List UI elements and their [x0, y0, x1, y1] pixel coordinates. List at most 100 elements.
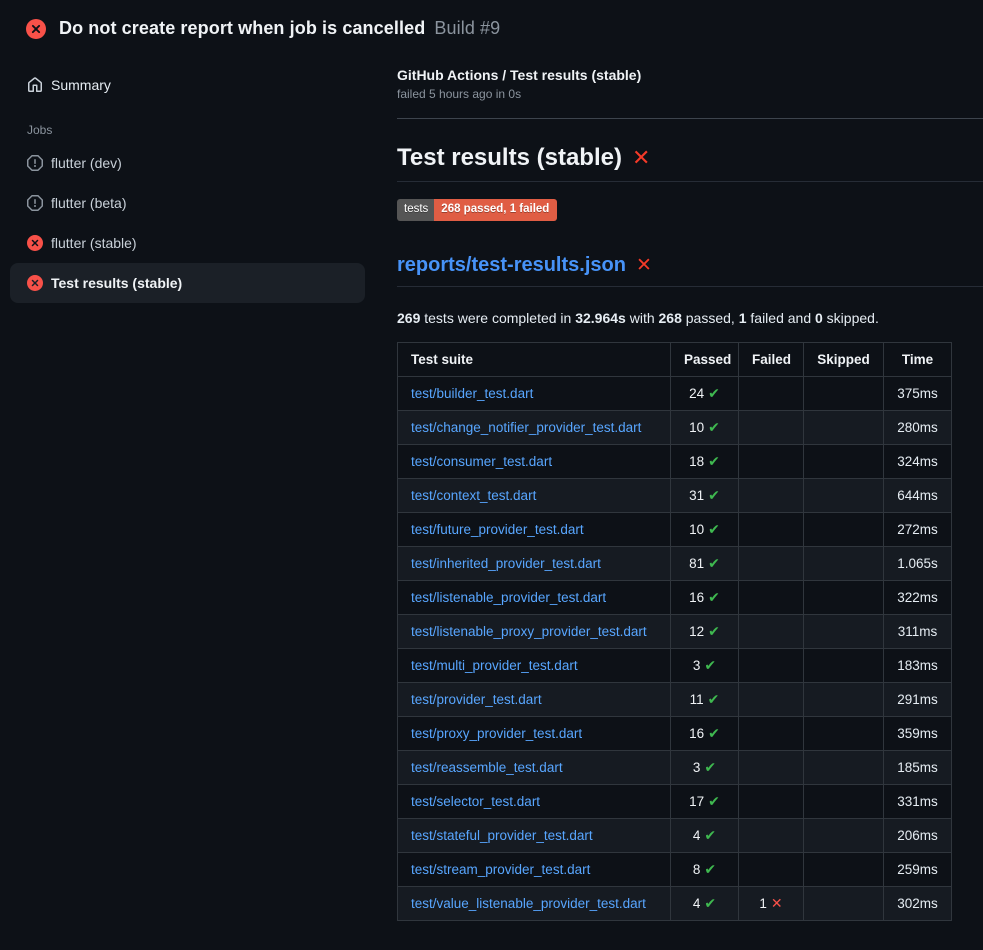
table-row: test/inherited_provider_test.dart 81✔ 1.… — [398, 546, 952, 580]
time-cell: 1.065s — [884, 546, 952, 580]
failed-cell — [739, 648, 804, 682]
badge-label: tests — [397, 199, 434, 221]
check-icon: ✔ — [708, 555, 720, 571]
passed-cell: 3✔ — [671, 648, 739, 682]
failed-cell — [739, 478, 804, 512]
failed-cell: 1✕ — [739, 886, 804, 920]
column-header-test-suite: Test suite — [398, 342, 671, 376]
test-suite-link[interactable]: test/builder_test.dart — [411, 386, 533, 401]
skipped-cell — [804, 376, 884, 410]
job-label: flutter (beta) — [51, 195, 126, 211]
time-cell: 259ms — [884, 852, 952, 886]
test-suite-link[interactable]: test/consumer_test.dart — [411, 454, 552, 469]
time-cell: 183ms — [884, 648, 952, 682]
test-suite-link[interactable]: test/future_provider_test.dart — [411, 522, 584, 537]
time-cell: 644ms — [884, 478, 952, 512]
table-row: test/proxy_provider_test.dart 16✔ 359ms — [398, 716, 952, 750]
passed-cell: 81✔ — [671, 546, 739, 580]
check-icon: ✔ — [708, 725, 720, 741]
failed-cell — [739, 580, 804, 614]
skipped-cell — [804, 852, 884, 886]
passed-cell: 4✔ — [671, 886, 739, 920]
test-suite-link[interactable]: test/stream_provider_test.dart — [411, 862, 590, 877]
test-summary-line: 269 tests were completed in 32.964s with… — [397, 310, 983, 326]
failed-cell — [739, 682, 804, 716]
skipped-cell — [804, 478, 884, 512]
column-header-failed: Failed — [739, 342, 804, 376]
summary-time: 32.964s — [575, 310, 626, 326]
failed-cell — [739, 546, 804, 580]
test-suite-link[interactable]: test/listenable_provider_test.dart — [411, 590, 606, 605]
table-header-row: Test suite Passed Failed Skipped Time — [398, 342, 952, 376]
test-suite-link[interactable]: test/stateful_provider_test.dart — [411, 828, 593, 843]
skipped-cell — [804, 750, 884, 784]
passed-cell: 16✔ — [671, 716, 739, 750]
run-header: Do not create report when job is cancell… — [0, 0, 983, 39]
job-label: Test results (stable) — [51, 275, 182, 291]
skipped-cell — [804, 784, 884, 818]
test-results-table: Test suite Passed Failed Skipped Time te… — [397, 342, 952, 921]
results-table-body: test/builder_test.dart 24✔ 375ms test/ch… — [398, 376, 952, 920]
test-suite-link[interactable]: test/value_listenable_provider_test.dart — [411, 896, 646, 911]
skipped-cell — [804, 716, 884, 750]
x-circle-fill-icon — [27, 235, 43, 251]
test-suite-link[interactable]: test/selector_test.dart — [411, 794, 540, 809]
sidebar-item-flutter-dev[interactable]: flutter (dev) — [10, 143, 365, 183]
failed-cell — [739, 818, 804, 852]
time-cell: 302ms — [884, 886, 952, 920]
test-suite-link[interactable]: test/reassemble_test.dart — [411, 760, 563, 775]
column-header-skipped: Skipped — [804, 342, 884, 376]
check-icon: ✔ — [708, 521, 720, 537]
stop-icon — [27, 155, 43, 171]
red-x-icon: ✕ — [636, 256, 652, 275]
job-label: flutter (dev) — [51, 155, 122, 171]
time-cell: 206ms — [884, 818, 952, 852]
table-row: test/listenable_proxy_provider_test.dart… — [398, 614, 952, 648]
home-icon — [27, 77, 43, 93]
passed-cell: 31✔ — [671, 478, 739, 512]
build-number: Build #9 — [434, 18, 500, 38]
table-row: test/future_provider_test.dart 10✔ 272ms — [398, 512, 952, 546]
test-suite-link[interactable]: test/context_test.dart — [411, 488, 536, 503]
test-suite-link[interactable]: test/multi_provider_test.dart — [411, 658, 578, 673]
report-file-link[interactable]: reports/test-results.json — [397, 254, 626, 277]
sidebar-item-summary[interactable]: Summary — [10, 67, 365, 103]
section-title: Test results (stable) — [397, 144, 622, 172]
time-cell: 324ms — [884, 444, 952, 478]
test-suite-link[interactable]: test/listenable_proxy_provider_test.dart — [411, 624, 647, 639]
failed-cell — [739, 376, 804, 410]
passed-cell: 11✔ — [671, 682, 739, 716]
passed-cell: 18✔ — [671, 444, 739, 478]
passed-cell: 4✔ — [671, 818, 739, 852]
sidebar-item-flutter-stable[interactable]: flutter (stable) — [10, 223, 365, 263]
skipped-cell — [804, 886, 884, 920]
test-suite-link[interactable]: test/inherited_provider_test.dart — [411, 556, 601, 571]
failed-cell — [739, 614, 804, 648]
summary-total: 269 — [397, 310, 420, 326]
check-icon: ✔ — [704, 759, 716, 775]
table-row: test/provider_test.dart 11✔ 291ms — [398, 682, 952, 716]
check-icon: ✔ — [708, 589, 720, 605]
failed-cell — [739, 410, 804, 444]
table-row: test/builder_test.dart 24✔ 375ms — [398, 376, 952, 410]
sidebar-item-flutter-beta[interactable]: flutter (beta) — [10, 183, 365, 223]
x-icon: ✕ — [771, 895, 783, 911]
time-cell: 359ms — [884, 716, 952, 750]
red-x-icon: ✕ — [632, 147, 650, 169]
test-suite-link[interactable]: test/change_notifier_provider_test.dart — [411, 420, 641, 435]
report-heading: reports/test-results.json ✕ — [397, 254, 983, 287]
table-row: test/selector_test.dart 17✔ 331ms — [398, 784, 952, 818]
table-row: test/reassemble_test.dart 3✔ 185ms — [398, 750, 952, 784]
jobs-section-label: Jobs — [27, 123, 365, 137]
test-suite-link[interactable]: test/proxy_provider_test.dart — [411, 726, 582, 741]
failed-cell — [739, 784, 804, 818]
time-cell: 272ms — [884, 512, 952, 546]
table-row: test/consumer_test.dart 18✔ 324ms — [398, 444, 952, 478]
sidebar-item-test-results-stable[interactable]: Test results (stable) — [10, 263, 365, 303]
check-icon: ✔ — [704, 827, 716, 843]
passed-cell: 10✔ — [671, 410, 739, 444]
section-heading: Test results (stable) ✕ — [397, 144, 983, 182]
skipped-cell — [804, 546, 884, 580]
skipped-cell — [804, 818, 884, 852]
test-suite-link[interactable]: test/provider_test.dart — [411, 692, 542, 707]
